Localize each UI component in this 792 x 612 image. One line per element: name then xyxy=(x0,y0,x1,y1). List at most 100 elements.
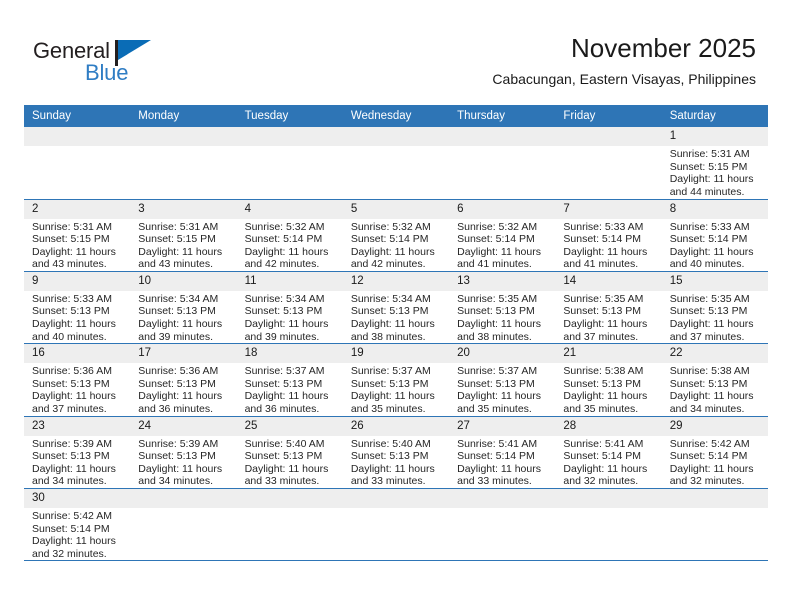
calendar-day-cell[interactable]: 24 Sunrise: 5:39 AM Sunset: 5:13 PM Dayligh… xyxy=(130,416,237,490)
day-details: Sunrise: 5:36 AM Sunset: 5:13 PM Daylight:… xyxy=(130,363,236,415)
calendar-body: 1 Sunrise: 5:31 AM Sunset: 5:15 PM Daylight… xyxy=(24,127,768,562)
calendar-day-cell[interactable]: 7 Sunrise: 5:33 AM Sunset: 5:14 PM Daylight… xyxy=(555,199,662,272)
daylight-text-line2: and 35 minutes. xyxy=(457,403,532,416)
calendar-day-cell[interactable]: 15 Sunrise: 5:35 AM Sunset: 5:13 PM Dayligh… xyxy=(661,271,768,345)
day-number: 8 xyxy=(661,199,768,219)
daylight-text-line2: and 37 minutes. xyxy=(563,330,639,343)
day-details: Sunrise: 5:32 AM Sunset: 5:14 PM Daylight:… xyxy=(343,219,449,271)
sunrise-text: Sunrise: 5:31 AM xyxy=(138,220,219,233)
calendar-day-cell[interactable]: 22 Sunrise: 5:38 AM Sunset: 5:13 PM Dayligh… xyxy=(661,343,768,417)
daylight-text-line1: Daylight: 11 hours xyxy=(350,390,435,403)
daylight-text-line1: Daylight: 11 hours xyxy=(350,245,435,258)
sunrise-text: Sunrise: 5:39 AM xyxy=(138,437,219,450)
daylight-text-line1: Daylight: 11 hours xyxy=(350,462,435,475)
day-details: Sunrise: 5:31 AM Sunset: 5:15 PM Daylight:… xyxy=(662,146,768,198)
calendar-day-cell[interactable]: 19 Sunrise: 5:37 AM Sunset: 5:13 PM Dayligh… xyxy=(342,343,450,417)
day-number: 10 xyxy=(130,271,237,291)
calendar-day-cell[interactable]: 3 Sunrise: 5:31 AM Sunset: 5:15 PM Daylight… xyxy=(130,199,237,272)
day-number: 21 xyxy=(555,344,662,364)
day-number: 26 xyxy=(342,416,450,436)
daylight-text-line1: Daylight: 11 hours xyxy=(457,462,541,475)
calendar-day-cell[interactable]: 29 Sunrise: 5:42 AM Sunset: 5:14 PM Dayligh… xyxy=(661,416,768,490)
day-details: Sunrise: 5:42 AM Sunset: 5:14 PM Daylight:… xyxy=(24,508,130,560)
day-number: 22 xyxy=(661,344,768,364)
weekday-header-saturday: Saturday xyxy=(661,105,768,127)
sunset-text: Sunset: 5:13 PM xyxy=(138,377,216,390)
calendar-day-cell[interactable]: 21 Sunrise: 5:38 AM Sunset: 5:13 PM Dayligh… xyxy=(555,343,662,417)
sunset-text: Sunset: 5:13 PM xyxy=(457,305,535,318)
daylight-text-line1: Daylight: 11 hours xyxy=(32,462,116,475)
daylight-text-line2: and 33 minutes. xyxy=(457,475,532,488)
sunrise-text: Sunrise: 5:39 AM xyxy=(32,437,112,450)
sunrise-text: Sunrise: 5:34 AM xyxy=(138,292,219,305)
sunrise-text: Sunrise: 5:31 AM xyxy=(32,220,112,233)
calendar-day-cell-empty xyxy=(342,488,450,562)
calendar-day-cell[interactable]: 1 Sunrise: 5:31 AM Sunset: 5:15 PM Daylight… xyxy=(661,127,768,200)
sunrise-text: Sunrise: 5:32 AM xyxy=(457,220,538,233)
day-number: 25 xyxy=(236,416,343,436)
day-details: Sunrise: 5:36 AM Sunset: 5:13 PM Daylight:… xyxy=(24,363,130,415)
day-details: Sunrise: 5:39 AM Sunset: 5:13 PM Daylight:… xyxy=(130,436,236,488)
daylight-text-line2: and 35 minutes. xyxy=(563,403,639,416)
calendar-day-cell-empty xyxy=(449,127,556,200)
daylight-text-line1: Daylight: 11 hours xyxy=(32,245,116,258)
calendar-day-cell[interactable]: 23 Sunrise: 5:39 AM Sunset: 5:13 PM Dayligh… xyxy=(24,416,131,490)
day-details: Sunrise: 5:33 AM Sunset: 5:14 PM Daylight:… xyxy=(555,219,661,271)
daylight-text-line1: Daylight: 11 hours xyxy=(244,318,329,331)
daylight-text-line1: Daylight: 11 hours xyxy=(669,390,754,403)
day-details: Sunrise: 5:38 AM Sunset: 5:13 PM Daylight:… xyxy=(555,363,661,415)
calendar-day-cell[interactable]: 14 Sunrise: 5:35 AM Sunset: 5:13 PM Dayligh… xyxy=(555,271,662,345)
calendar-day-cell[interactable]: 2 Sunrise: 5:31 AM Sunset: 5:15 PM Daylight… xyxy=(24,199,131,272)
calendar-day-cell[interactable]: 5 Sunrise: 5:32 AM Sunset: 5:14 PM Daylight… xyxy=(342,199,450,272)
calendar-day-cell[interactable]: 26 Sunrise: 5:40 AM Sunset: 5:13 PM Dayligh… xyxy=(342,416,450,490)
day-number xyxy=(555,489,662,508)
daylight-text-line1: Daylight: 11 hours xyxy=(32,318,116,331)
sunrise-text: Sunrise: 5:42 AM xyxy=(669,437,750,450)
general-blue-logo[interactable]: General Blue xyxy=(33,38,213,90)
day-details: Sunrise: 5:31 AM Sunset: 5:15 PM Daylight:… xyxy=(24,219,130,271)
day-number: 23 xyxy=(24,416,131,436)
calendar-day-cell[interactable]: 9 Sunrise: 5:33 AM Sunset: 5:13 PM Daylight… xyxy=(24,271,131,345)
calendar-day-cell[interactable]: 13 Sunrise: 5:35 AM Sunset: 5:13 PM Dayligh… xyxy=(449,271,556,345)
calendar-day-cell[interactable]: 11 Sunrise: 5:34 AM Sunset: 5:13 PM Dayligh… xyxy=(236,271,343,345)
weekday-header-tuesday: Tuesday xyxy=(236,105,343,127)
day-details: Sunrise: 5:35 AM Sunset: 5:13 PM Daylight:… xyxy=(662,291,768,343)
sunset-text: Sunset: 5:14 PM xyxy=(350,233,429,246)
daylight-text-line2: and 34 minutes. xyxy=(138,475,213,488)
day-number xyxy=(130,127,237,146)
day-number: 20 xyxy=(449,344,556,364)
calendar-day-cell[interactable]: 17 Sunrise: 5:36 AM Sunset: 5:13 PM Dayligh… xyxy=(130,343,237,417)
calendar-week-row: 16 Sunrise: 5:36 AM Sunset: 5:13 PM Dayligh… xyxy=(24,343,768,417)
calendar-day-cell-empty xyxy=(661,488,768,562)
day-number: 12 xyxy=(342,271,450,291)
day-details: Sunrise: 5:37 AM Sunset: 5:13 PM Daylight:… xyxy=(343,363,449,415)
day-details: Sunrise: 5:32 AM Sunset: 5:14 PM Daylight:… xyxy=(449,219,555,271)
weekday-header-monday: Monday xyxy=(130,105,237,127)
calendar-day-cell[interactable]: 6 Sunrise: 5:32 AM Sunset: 5:14 PM Daylight… xyxy=(449,199,556,272)
day-number: 5 xyxy=(342,199,450,219)
calendar-day-cell[interactable]: 25 Sunrise: 5:40 AM Sunset: 5:13 PM Dayligh… xyxy=(236,416,343,490)
calendar-day-cell[interactable]: 10 Sunrise: 5:34 AM Sunset: 5:13 PM Dayligh… xyxy=(130,271,237,345)
calendar-day-cell[interactable]: 30 Sunrise: 5:42 AM Sunset: 5:14 PM Dayligh… xyxy=(24,488,131,562)
calendar-day-cell[interactable]: 20 Sunrise: 5:37 AM Sunset: 5:13 PM Dayligh… xyxy=(449,343,556,417)
calendar-day-cell[interactable]: 27 Sunrise: 5:41 AM Sunset: 5:14 PM Dayligh… xyxy=(449,416,556,490)
daylight-text-line2: and 43 minutes. xyxy=(32,258,107,271)
day-details: Sunrise: 5:40 AM Sunset: 5:13 PM Daylight:… xyxy=(237,436,343,488)
calendar-day-cell[interactable]: 12 Sunrise: 5:34 AM Sunset: 5:13 PM Dayligh… xyxy=(342,271,450,345)
calendar-day-cell[interactable]: 28 Sunrise: 5:41 AM Sunset: 5:14 PM Dayligh… xyxy=(555,416,662,490)
sunrise-text: Sunrise: 5:32 AM xyxy=(350,220,431,233)
daylight-text-line2: and 41 minutes. xyxy=(457,258,532,271)
day-number: 6 xyxy=(449,199,556,219)
calendar-day-cell[interactable]: 4 Sunrise: 5:32 AM Sunset: 5:14 PM Daylight… xyxy=(236,199,343,272)
daylight-text-line2: and 33 minutes. xyxy=(350,475,426,488)
daylight-text-line1: Daylight: 11 hours xyxy=(669,318,754,331)
sunrise-text: Sunrise: 5:42 AM xyxy=(32,510,112,522)
daylight-text-line2: and 37 minutes. xyxy=(32,403,107,416)
sunset-text: Sunset: 5:13 PM xyxy=(563,377,642,390)
calendar-day-cell[interactable]: 16 Sunrise: 5:36 AM Sunset: 5:13 PM Dayligh… xyxy=(24,343,131,417)
calendar-day-cell[interactable]: 18 Sunrise: 5:37 AM Sunset: 5:13 PM Dayligh… xyxy=(236,343,343,417)
day-details: Sunrise: 5:34 AM Sunset: 5:13 PM Daylight:… xyxy=(343,291,449,343)
sunrise-text: Sunrise: 5:40 AM xyxy=(350,437,431,450)
sunrise-text: Sunrise: 5:32 AM xyxy=(244,220,325,233)
calendar-day-cell[interactable]: 8 Sunrise: 5:33 AM Sunset: 5:14 PM Daylight… xyxy=(661,199,768,272)
